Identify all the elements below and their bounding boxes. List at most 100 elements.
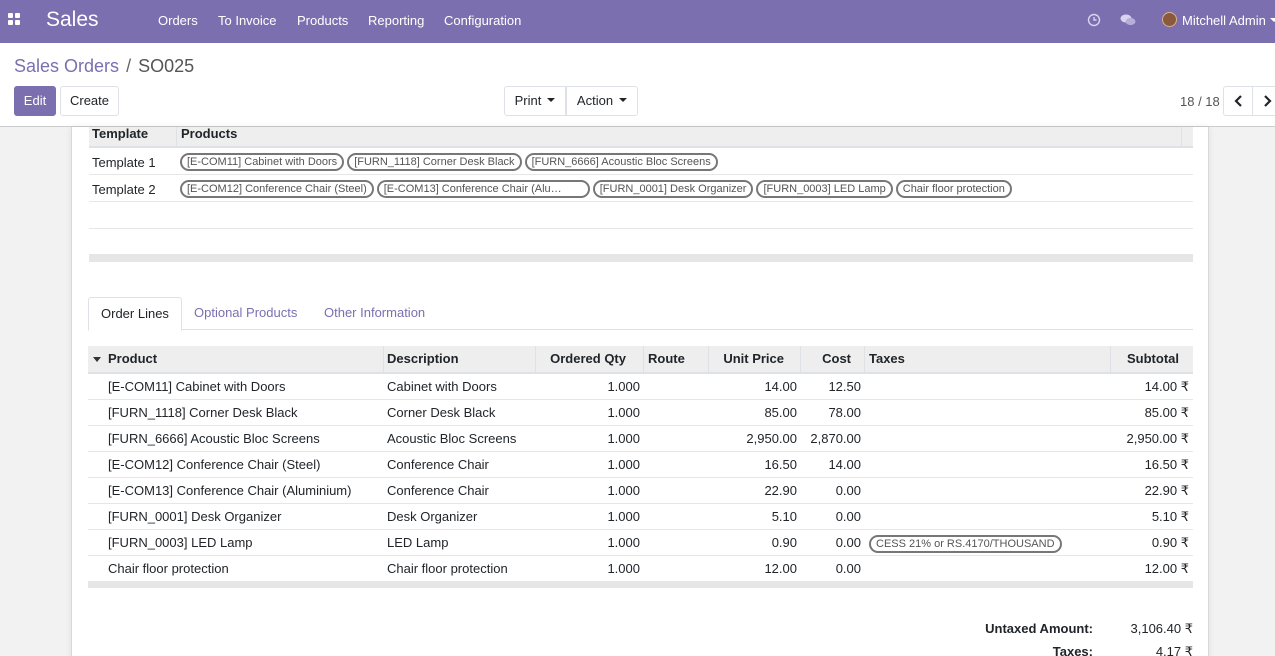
cell-unit-price: 2,950.00 [746,431,797,446]
clock-icon[interactable] [1087,13,1101,27]
control-panel: Sales Orders / SO025 Edit Create Print A… [0,43,1275,127]
product-tag[interactable]: [FURN_6666] Acoustic Bloc Screens [524,153,718,171]
cell-cost: 2,870.00 [810,431,861,446]
menu-reporting[interactable]: Reporting [368,13,424,28]
cell-subtotal: 85.00 ₹ [1144,405,1189,420]
breadcrumb-separator: / [126,56,132,76]
cell-product: [FURN_6666] Acoustic Bloc Screens [108,431,320,446]
table-row[interactable]: Template 2 [E-COM12] Conference Chair (S… [89,175,1193,202]
tax-tag[interactable]: CESS 21% or RS.4170/THOUSAND [869,534,1062,553]
chat-icon[interactable] [1120,13,1136,27]
cell-qty: 1.000 [607,483,640,498]
table-footer [88,582,1193,588]
cell-unit-price: 0.90 [771,535,797,550]
product-tag[interactable]: [FURN_0001] Desk Organizer [592,180,754,198]
breadcrumb-current: SO025 [138,56,195,76]
cell-cost: 0.00 [835,561,861,576]
cell-qty: 1.000 [607,535,640,550]
cell-subtotal: 5.10 ₹ [1151,509,1189,524]
cell-unit-price: 85.00 [764,405,797,420]
template-table-header: Template Products [89,127,1193,148]
header-unit-price[interactable]: Unit Price [709,346,801,372]
pager-next-button[interactable] [1252,86,1275,116]
table-row[interactable]: [FURN_0001] Desk Organizer Desk Organize… [88,504,1193,530]
empty-row [89,202,1193,229]
pager-previous-button[interactable] [1223,86,1253,116]
table-row[interactable]: [E-COM11] Cabinet with Doors Cabinet wit… [88,374,1193,400]
product-tag[interactable]: [FURN_0003] LED Lamp [756,180,893,198]
apps-icon[interactable] [8,13,21,26]
template-name: Template 1 [92,155,156,170]
cell-product: Chair floor protection [108,561,229,576]
notebook-tabs: Order Lines Optional Products Other Info… [88,297,1193,331]
cell-qty: 1.000 [607,431,640,446]
table-row[interactable]: Template 1 [E-COM11] Cabinet with Doors[… [89,148,1193,175]
top-navbar: Sales Orders To Invoice Products Reporti… [0,0,1275,43]
product-tag[interactable]: [E-COM12] Conference Chair (Steel) [180,180,374,198]
sort-caret-icon[interactable] [93,357,101,362]
table-row[interactable]: [FURN_0003] LED Lamp LED Lamp 1.000 0.90… [88,530,1193,556]
product-tags: [E-COM11] Cabinet with Doors [FURN_1118] … [180,153,721,171]
header-taxes[interactable]: Taxes [865,346,1111,372]
column-divider [1181,127,1182,148]
header-products[interactable]: Products [181,127,237,140]
pager-value[interactable]: 18 / 18 [1180,94,1220,109]
menu-orders[interactable]: Orders [158,13,198,28]
table-row[interactable]: [FURN_6666] Acoustic Bloc Screens Acoust… [88,426,1193,452]
menu-to-invoice[interactable]: To Invoice [218,13,277,28]
cell-qty: 1.000 [607,379,640,394]
cell-cost: 0.00 [835,509,861,524]
header-ordered-qty[interactable]: Ordered Qty [536,346,644,372]
user-name[interactable]: Mitchell Admin [1182,13,1266,28]
table-footer [89,254,1193,262]
cell-description: Desk Organizer [387,509,478,524]
cell-subtotal: 14.00 ₹ [1144,379,1189,394]
cell-unit-price: 16.50 [764,457,797,472]
product-tag[interactable]: [E-COM11] Cabinet with Doors [180,153,345,171]
tab-order-lines[interactable]: Order Lines [88,297,182,331]
cell-unit-price: 5.10 [771,509,797,524]
menu-configuration[interactable]: Configuration [444,13,521,28]
breadcrumb: Sales Orders / SO025 [14,56,194,77]
header-route[interactable]: Route [644,346,709,372]
print-button[interactable]: Print [504,86,566,116]
product-tag[interactable]: Chair floor protection [895,180,1012,198]
table-row[interactable]: [FURN_1118] Corner Desk Black Corner Des… [88,400,1193,426]
template-name: Template 2 [92,182,156,197]
cell-subtotal: 12.00 ₹ [1144,561,1189,576]
table-row[interactable]: [E-COM12] Conference Chair (Steel) Confe… [88,452,1193,478]
cell-cost: 0.00 [835,483,861,498]
cell-unit-price: 12.00 [764,561,797,576]
cell-unit-price: 14.00 [764,379,797,394]
tab-other-information[interactable]: Other Information [312,297,437,330]
action-button[interactable]: Action [566,86,638,116]
caret-down-icon [619,98,628,103]
product-tag[interactable]: [E-COM13] Conference Chair (Alu… [376,180,590,198]
table-row[interactable]: Chair floor protection Chair floor prote… [88,556,1193,582]
product-tag[interactable]: [FURN_1118] Corner Desk Black [347,153,522,171]
tab-optional-products[interactable]: Optional Products [182,297,309,330]
chevron-down-icon[interactable] [1270,18,1275,22]
cell-cost: 12.50 [828,379,861,394]
untaxed-amount-label: Untaxed Amount: [985,621,1093,636]
cell-subtotal: 16.50 ₹ [1144,457,1189,472]
header-cost[interactable]: Cost [801,346,865,372]
cell-subtotal: 0.90 ₹ [1151,535,1189,550]
header-description[interactable]: Description [383,346,536,372]
cell-description: Conference Chair [387,457,489,472]
header-product[interactable]: Product [104,346,384,372]
untaxed-amount-value: 3,106.40 ₹ [1130,621,1194,636]
breadcrumb-sales-orders[interactable]: Sales Orders [14,56,119,76]
product-tags: [E-COM12] Conference Chair (Steel) [E-COM… [180,180,1015,198]
cell-taxes: CESS 21% or RS.4170/THOUSAND [865,530,1111,556]
menu-products[interactable]: Products [297,13,348,28]
header-subtotal[interactable]: Subtotal [1110,346,1193,372]
create-button[interactable]: Create [60,86,119,116]
avatar[interactable] [1162,12,1177,27]
header-template[interactable]: Template [92,127,148,140]
edit-button[interactable]: Edit [14,86,56,116]
cell-description: Chair floor protection [387,561,508,576]
app-name[interactable]: Sales [46,8,99,32]
table-row[interactable]: [E-COM13] Conference Chair (Aluminium) C… [88,478,1193,504]
cell-product: [E-COM11] Cabinet with Doors [108,379,286,394]
